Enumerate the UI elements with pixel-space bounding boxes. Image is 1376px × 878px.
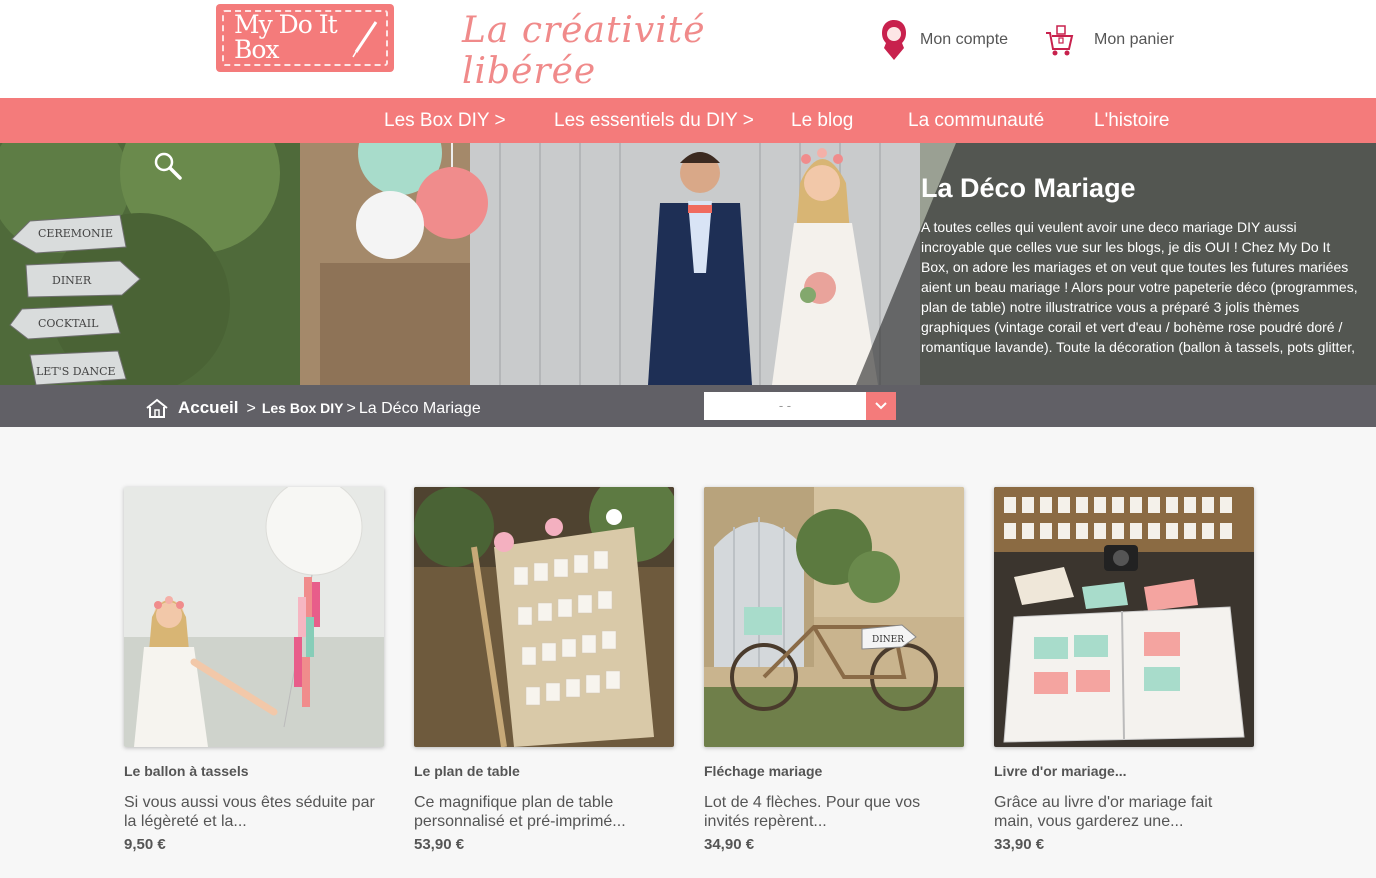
product-name[interactable]: Livre d'or mariage... bbox=[994, 763, 1254, 779]
product-price: 34,90 € bbox=[704, 836, 755, 853]
product-card[interactable]: Le ballon à tassels Si vous aussi vous ê… bbox=[124, 487, 384, 853]
product-card[interactable]: Le plan de table Ce magnifique plan de t… bbox=[414, 487, 674, 853]
site-header: My Do It Box La créativité libérée Mon c… bbox=[0, 0, 1376, 98]
sign-cocktail: COCKTAIL bbox=[38, 317, 99, 330]
pen-icon bbox=[352, 21, 378, 58]
hero-description: A toutes celles qui veulent avoir une de… bbox=[921, 219, 1358, 355]
breadcrumb-separator: > bbox=[246, 400, 256, 417]
sign-diner: DINER bbox=[52, 274, 92, 287]
account-link[interactable]: Mon compte bbox=[878, 18, 1008, 62]
breadcrumb-category[interactable]: Les Box DIY bbox=[262, 400, 344, 416]
product-name[interactable]: Le plan de table bbox=[414, 763, 674, 779]
sign-lets-dance: LET'S DANCE bbox=[36, 365, 116, 378]
product-image-balloon bbox=[124, 487, 384, 747]
cart-label: Mon panier bbox=[1094, 31, 1175, 48]
product-card[interactable]: Livre d'or mariage... Grâce au livre d'o… bbox=[994, 487, 1254, 853]
product-image[interactable] bbox=[124, 487, 384, 747]
sign-ceremonie: CEREMONIE bbox=[38, 227, 114, 240]
breadcrumb: Accueil > Les Box DIY > La Déco Mariage bbox=[178, 385, 481, 427]
home-icon[interactable] bbox=[146, 398, 168, 418]
product-image[interactable]: DINER bbox=[704, 487, 964, 747]
breadcrumb-home[interactable]: Accueil bbox=[178, 398, 238, 417]
product-card[interactable]: DINER Fléchage mariage Lot de 4 flèches.… bbox=[704, 487, 964, 853]
product-description: Ce magnifique plan de table personnalisé… bbox=[414, 794, 626, 830]
category-hero: La Déco Mariage A toutes celles qui veul… bbox=[0, 143, 1376, 385]
product-name[interactable]: Fléchage mariage bbox=[704, 763, 964, 779]
product-description: Lot de 4 flèches. Pour que vos invités r… bbox=[704, 794, 921, 830]
cart-link[interactable]: Mon panier bbox=[1044, 22, 1174, 58]
hero-title: La Déco Mariage bbox=[921, 173, 1136, 203]
product-image[interactable] bbox=[994, 487, 1254, 747]
nav-item-box-diy[interactable]: Les Box DIY > bbox=[384, 98, 506, 143]
nav-item-communaute[interactable]: La communauté bbox=[908, 98, 1044, 143]
product-name[interactable]: Le ballon à tassels bbox=[124, 763, 384, 779]
nav-item-blog[interactable]: Le blog bbox=[791, 98, 853, 143]
product-image-bike-sign: DINER bbox=[704, 487, 964, 747]
product-image-seating-plan bbox=[414, 487, 674, 747]
product-image[interactable] bbox=[414, 487, 674, 747]
product-description: Si vous aussi vous êtes séduite par la l… bbox=[124, 794, 375, 830]
chevron-down-icon bbox=[875, 402, 887, 410]
product-price: 9,50 € bbox=[124, 836, 166, 853]
product-description: Grâce au livre d'or mariage fait main, v… bbox=[994, 794, 1213, 830]
sort-select[interactable]: - - bbox=[704, 392, 866, 420]
breadcrumb-separator: > bbox=[346, 400, 356, 417]
user-icon bbox=[882, 20, 906, 60]
nav-item-histoire[interactable]: L'histoire bbox=[1094, 98, 1169, 143]
bike-sign-text: DINER bbox=[872, 635, 904, 645]
sort-dropdown-button[interactable] bbox=[866, 392, 896, 420]
cart-icon bbox=[1046, 25, 1074, 56]
product-image-guestbook bbox=[994, 487, 1254, 747]
account-label: Mon compte bbox=[920, 31, 1009, 48]
breadcrumb-bar: Accueil > Les Box DIY > La Déco Mariage bbox=[0, 385, 1376, 427]
hero-signs: CEREMONIE DINER COCKTAIL LET'S DANCE bbox=[0, 143, 160, 385]
site-logo[interactable]: My Do It Box bbox=[216, 4, 394, 72]
product-price: 53,90 € bbox=[414, 836, 465, 853]
logo-text: My Do It Box bbox=[234, 10, 338, 64]
breadcrumb-current: La Déco Mariage bbox=[358, 400, 481, 417]
tagline: La créativité libérée bbox=[462, 10, 706, 92]
nav-item-essentiels[interactable]: Les essentiels du DIY > bbox=[554, 98, 754, 143]
main-nav: Les Box DIY > Les essentiels du DIY > Le… bbox=[0, 98, 1376, 143]
product-price: 33,90 € bbox=[994, 836, 1045, 853]
